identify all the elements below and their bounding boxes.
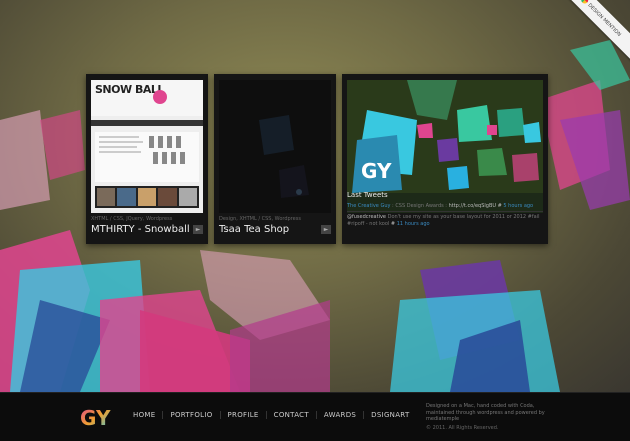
svg-text:GY: GY bbox=[361, 159, 392, 183]
footer-nav: HOME PORTFOLIO PROFILE CONTACT AWARDS DS… bbox=[126, 411, 417, 419]
portfolio-card[interactable]: SNOW BALL XHTML / CSS, JQuery, Wordpress… bbox=[86, 74, 208, 244]
tweet-source[interactable]: @fusedcreative bbox=[347, 214, 386, 220]
tweet-source[interactable]: The Creative Guy bbox=[347, 203, 390, 209]
nav-awards[interactable]: AWARDS bbox=[315, 411, 363, 419]
tweet-link[interactable]: # bbox=[391, 221, 395, 227]
tweets-heading: Last Tweets bbox=[347, 191, 388, 199]
portfolio-thumbnail[interactable]: SNOW BALL bbox=[91, 80, 203, 213]
portfolio-title[interactable]: Tsaa Tea Shop bbox=[219, 224, 289, 235]
tweet-item: The Creative Guy : CSS Design Awards : h… bbox=[347, 203, 543, 210]
tweet-time[interactable]: 11 hours ago bbox=[397, 221, 430, 227]
footer-copyright: © 2011. All Rights Reserved. bbox=[426, 425, 499, 431]
tweets-card: GY Last Tweets The Creative Guy : CSS De… bbox=[342, 74, 548, 244]
tweet-text: : CSS Design Awards : bbox=[392, 203, 447, 209]
gy-footer-logo-icon[interactable]: GY bbox=[80, 403, 112, 433]
nav-profile[interactable]: PROFILE bbox=[219, 411, 266, 419]
gy-logo-icon: GY bbox=[361, 159, 392, 183]
footer: GY HOME PORTFOLIO PROFILE CONTACT AWARDS… bbox=[0, 392, 630, 441]
tweet-link[interactable]: http://t.co/eqSlgBU # bbox=[449, 203, 502, 209]
tea-shop-artwork bbox=[259, 115, 309, 198]
nav-home[interactable]: HOME bbox=[126, 411, 162, 419]
snowball-logo-icon bbox=[153, 90, 167, 104]
svg-text:GY: GY bbox=[80, 406, 111, 430]
portfolio-tags: Design, XHTML / CSS, Wordpress bbox=[219, 216, 301, 222]
nav-dsignart[interactable]: DSIGNART bbox=[363, 411, 416, 419]
tweet-time[interactable]: 5 hours ago bbox=[503, 203, 533, 209]
footer-credit: Designed on a Mac, hand coded with Coda,… bbox=[426, 403, 545, 422]
portfolio-card[interactable]: Design, XHTML / CSS, Wordpress Tsaa Tea … bbox=[214, 74, 336, 244]
people-illustration bbox=[99, 136, 185, 164]
nav-contact[interactable]: CONTACT bbox=[265, 411, 316, 419]
portfolio-thumbnail[interactable] bbox=[219, 80, 331, 213]
nav-portfolio[interactable]: PORTFOLIO bbox=[162, 411, 219, 419]
portfolio-tags: XHTML / CSS, JQuery, Wordpress bbox=[91, 216, 173, 222]
tweet-item: @fusedcreative Don't use my site as your… bbox=[347, 214, 543, 228]
arrow-right-icon[interactable]: ► bbox=[321, 225, 331, 234]
portfolio-title[interactable]: MTHIRTY - Snowball bbox=[91, 224, 190, 235]
arrow-right-icon[interactable]: ► bbox=[193, 225, 203, 234]
